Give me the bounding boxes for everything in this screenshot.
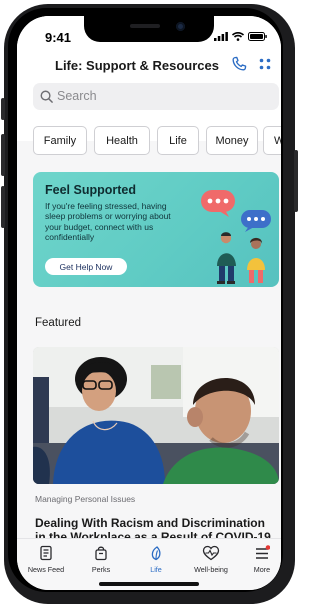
menu-icon: [256, 545, 270, 559]
tab-label: Well-being: [194, 565, 228, 574]
tab-label: Life: [150, 565, 162, 574]
device-notch: [84, 16, 214, 42]
tab-perks[interactable]: Perks: [75, 545, 127, 585]
speaker-grille: [130, 24, 160, 28]
wifi-icon: [232, 32, 244, 41]
device-side-button: [1, 186, 5, 228]
heart-pulse-icon: [202, 545, 220, 561]
device-side-button: [294, 150, 298, 212]
get-help-button[interactable]: Get Help Now: [45, 258, 127, 275]
tab-label: News Feed: [27, 565, 65, 574]
status-icons: [214, 32, 267, 41]
category-chip-work[interactable]: Wo: [263, 126, 281, 155]
battery-icon: [248, 32, 267, 41]
tab-more[interactable]: More: [236, 545, 281, 585]
page-title: Life: Support & Resources: [55, 58, 219, 73]
leaf-icon: [151, 546, 161, 561]
featured-article-category: Managing Personal Issues: [35, 494, 136, 504]
people-chatting-illustration: [201, 190, 271, 284]
bottom-tab-bar: News Feed Perks Life Well-being More: [17, 538, 281, 590]
status-time: 9:41: [45, 30, 72, 45]
shopping-bag-icon: [95, 546, 107, 561]
banner-body: If you're feeling stressed, having sleep…: [45, 201, 171, 242]
tab-well-being[interactable]: Well-being: [185, 545, 237, 585]
front-camera: [176, 22, 185, 31]
tab-life[interactable]: Life: [130, 545, 182, 585]
phone-icon[interactable]: [230, 55, 248, 73]
tab-label: More: [253, 565, 271, 574]
device-side-button: [1, 134, 5, 176]
signal-icon: [214, 32, 228, 41]
grid-icon[interactable]: [259, 58, 271, 70]
category-chip-health[interactable]: Health: [94, 126, 150, 155]
search-icon: [40, 90, 53, 103]
search-input[interactable]: Search: [33, 83, 279, 110]
featured-photo: [33, 347, 279, 484]
featured-article-image[interactable]: [33, 347, 279, 484]
banner-title: Feel Supported: [45, 183, 136, 197]
category-filter-row: Family Health Life Money Wo: [17, 126, 281, 156]
category-chip-family[interactable]: Family: [33, 126, 87, 155]
home-indicator: [99, 582, 199, 586]
tab-label: Perks: [91, 565, 111, 574]
category-chip-life[interactable]: Life: [157, 126, 199, 155]
tab-news-feed[interactable]: News Feed: [20, 545, 72, 585]
search-placeholder: Search: [57, 89, 97, 103]
newspaper-icon: [40, 545, 52, 561]
featured-section-label: Featured: [35, 317, 82, 329]
app-screen: 9:41 Life: Support & Resources Search Fa…: [17, 16, 281, 590]
category-chip-money[interactable]: Money: [206, 126, 258, 155]
device-side-button: [1, 98, 5, 120]
support-banner[interactable]: Feel Supported If you're feeling stresse…: [33, 172, 279, 287]
